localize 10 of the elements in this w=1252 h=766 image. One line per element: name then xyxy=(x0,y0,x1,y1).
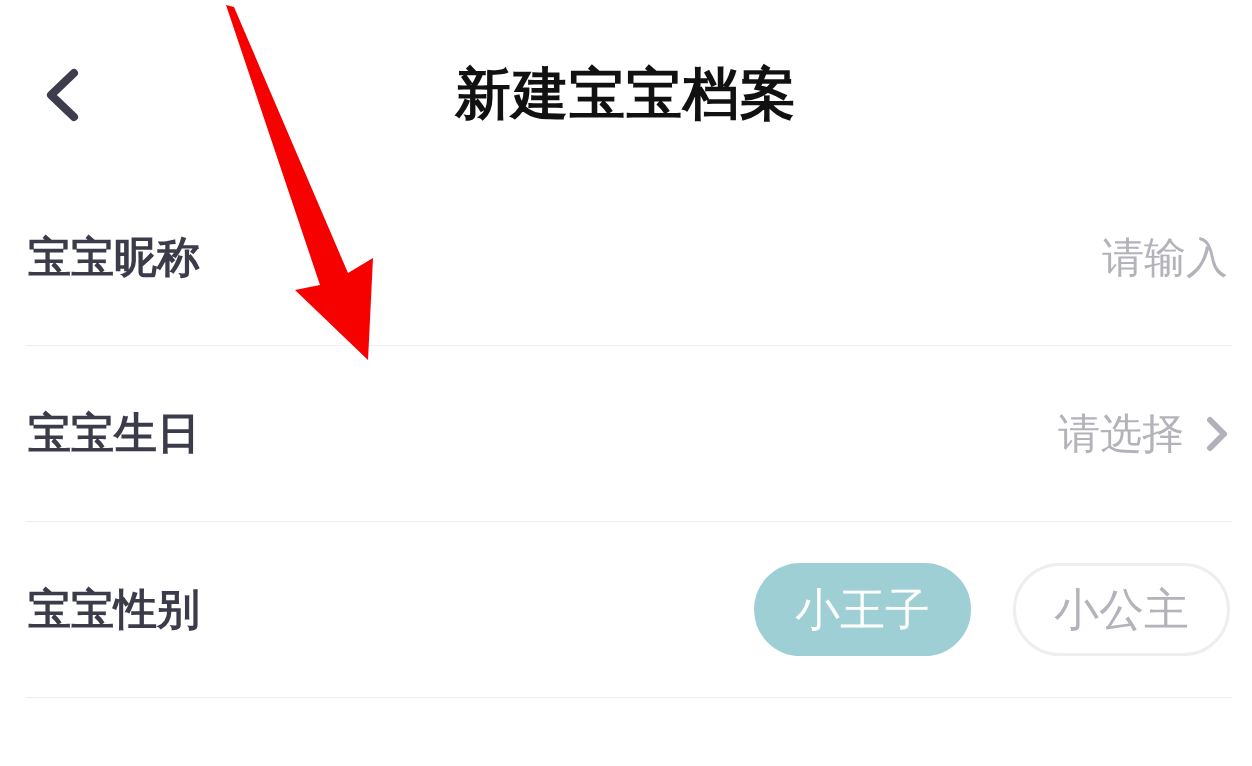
field-label: 宝宝性别 xyxy=(28,582,200,636)
option-pill[interactable]: 小王子 xyxy=(754,563,971,656)
option-pill[interactable]: 小公主 xyxy=(1013,563,1230,656)
field-label: 宝宝生日 xyxy=(28,406,200,460)
field-label: 宝宝昵称 xyxy=(28,230,200,284)
page-title: 新建宝宝档案 xyxy=(455,60,797,128)
back-icon[interactable] xyxy=(44,68,80,122)
input-field[interactable]: 请输入 xyxy=(1102,229,1228,286)
date-picker[interactable]: 请选择 xyxy=(1058,405,1228,462)
chevron-right-icon xyxy=(1206,415,1228,452)
